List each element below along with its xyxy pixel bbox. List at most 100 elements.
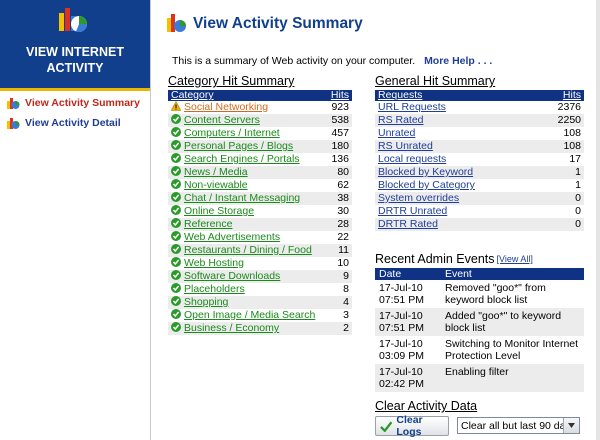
request-link[interactable]: Blocked by Keyword xyxy=(378,166,473,178)
request-link[interactable]: System overrides xyxy=(378,192,459,204)
category-link[interactable]: Personal Pages / Blogs xyxy=(184,140,293,152)
request-link[interactable]: DRTR Unrated xyxy=(378,205,447,217)
category-link[interactable]: Restaurants / Dining / Food xyxy=(184,244,312,256)
category-link[interactable]: Social Networking xyxy=(184,101,268,113)
hits-cell: 180 xyxy=(326,140,352,153)
view-all-link[interactable]: [View All] xyxy=(497,254,533,264)
request-link[interactable]: Unrated xyxy=(378,127,415,139)
more-help-link[interactable]: More Help . . . xyxy=(424,55,492,67)
table-row: 17-Jul-10 02:42 PM Enabling filter xyxy=(375,364,584,392)
admin-events-title: Recent Admin Events xyxy=(375,252,495,266)
category-cell: News / Media xyxy=(168,166,327,179)
check-circle-icon xyxy=(171,114,181,124)
request-cell: RS Rated xyxy=(375,114,538,127)
request-link[interactable]: DRTR Rated xyxy=(378,218,438,230)
column-header-hits[interactable]: Hits xyxy=(326,90,352,101)
request-cell: Blocked by Category xyxy=(375,179,538,192)
scrollbar[interactable] xyxy=(596,0,600,440)
category-cell: Content Servers xyxy=(168,114,327,127)
request-cell: System overrides xyxy=(375,192,538,205)
table-row: Local requests 17 xyxy=(375,153,584,166)
hits-cell: 0 xyxy=(537,218,584,231)
event-date-cell: 17-Jul-10 02:42 PM xyxy=(375,364,441,392)
hits-cell: 136 xyxy=(331,153,349,165)
table-row: Chat / Instant Messaging 38 xyxy=(168,192,352,205)
table-row: Placeholders 8 xyxy=(168,283,352,296)
request-cell: Blocked by Keyword xyxy=(375,166,538,179)
table-row: Personal Pages / Blogs 180 xyxy=(168,140,352,153)
hits-cell: 11 xyxy=(326,244,352,257)
hits-cell: 108 xyxy=(563,127,581,139)
category-link[interactable]: Business / Economy xyxy=(184,322,279,334)
hits-cell: 38 xyxy=(326,192,352,205)
category-cell: Non-viewable xyxy=(168,179,327,192)
event-date-cell: 17-Jul-10 07:51 PM xyxy=(379,282,424,306)
hits-cell: 2 xyxy=(326,322,352,335)
column-header-requests[interactable]: Requests xyxy=(375,90,538,101)
clear-logs-label: Clear Logs xyxy=(396,414,423,438)
category-cell: Shopping xyxy=(168,296,327,309)
category-cell: Computers / Internet xyxy=(168,127,327,140)
table-row: Content Servers 538 xyxy=(168,114,352,127)
sidebar-item-view-activity-detail[interactable]: View Activity Detail xyxy=(6,115,121,131)
check-circle-icon xyxy=(171,153,181,163)
request-link[interactable]: RS Rated xyxy=(378,114,424,126)
category-link[interactable]: Content Servers xyxy=(184,114,260,126)
table-row: Shopping 4 xyxy=(168,296,352,309)
category-link[interactable]: Software Downloads xyxy=(184,270,280,282)
chevron-down-icon[interactable] xyxy=(563,418,579,433)
pie-chart-icon xyxy=(7,98,20,109)
warning-icon xyxy=(171,101,181,111)
clear-logs-button[interactable]: Clear Logs xyxy=(375,414,449,438)
category-link[interactable]: Computers / Internet xyxy=(184,127,280,139)
column-header-category[interactable]: Category xyxy=(168,90,327,101)
check-circle-icon xyxy=(171,205,181,215)
column-header-hits[interactable]: Hits xyxy=(537,90,584,101)
category-cell: Search Engines / Portals xyxy=(168,153,327,166)
sidebar-header: VIEW INTERNET ACTIVITY xyxy=(0,0,150,91)
hits-cell: 10 xyxy=(337,257,349,269)
check-circle-icon xyxy=(171,127,181,137)
category-hit-table: Category Hits Social Networking 923 Conten… xyxy=(168,90,352,335)
event-text-cell: Enabling filter xyxy=(441,364,584,392)
request-link[interactable]: URL Requests xyxy=(378,101,446,113)
category-link[interactable]: Open Image / Media Search xyxy=(184,309,315,321)
request-cell: RS Unrated xyxy=(375,140,538,153)
category-link[interactable]: News / Media xyxy=(184,166,248,178)
category-cell: Web Advertisements xyxy=(168,231,327,244)
sidebar: VIEW INTERNET ACTIVITY View Activity Sum… xyxy=(0,0,151,440)
event-text-cell: Removed "goo*" from keyword block list xyxy=(445,282,546,306)
table-row: Search Engines / Portals 136 xyxy=(168,153,352,166)
category-cell: Reference xyxy=(168,218,327,231)
table-row: 17-Jul-10 03:09 PM Switching to Monitor I… xyxy=(375,336,584,364)
hits-cell: 2376 xyxy=(557,101,581,113)
page-title: View Activity Summary xyxy=(193,15,363,32)
category-cell: Open Image / Media Search xyxy=(168,309,327,322)
table-row: News / Media 80 xyxy=(168,166,352,179)
category-summary-title: Category Hit Summary xyxy=(168,74,295,88)
category-link[interactable]: Chat / Instant Messaging xyxy=(184,192,300,204)
category-link[interactable]: Web Hosting xyxy=(184,257,244,269)
category-cell: Placeholders xyxy=(168,283,327,296)
category-link[interactable]: Placeholders xyxy=(184,283,245,295)
category-link[interactable]: Non-viewable xyxy=(184,179,248,191)
general-summary-title: General Hit Summary xyxy=(375,74,496,88)
request-link[interactable]: RS Unrated xyxy=(378,140,433,152)
category-cell: Chat / Instant Messaging xyxy=(168,192,327,205)
request-link[interactable]: Local requests xyxy=(378,153,446,165)
category-link[interactable]: Reference xyxy=(184,218,232,230)
category-link[interactable]: Web Advertisements xyxy=(184,231,280,243)
category-link[interactable]: Online Storage xyxy=(184,205,254,217)
category-link[interactable]: Search Engines / Portals xyxy=(184,153,300,165)
request-cell: URL Requests xyxy=(375,101,538,114)
category-link[interactable]: Shopping xyxy=(184,296,228,308)
sidebar-item-view-activity-summary[interactable]: View Activity Summary xyxy=(6,95,140,111)
hits-cell: 457 xyxy=(331,127,349,139)
request-link[interactable]: Blocked by Category xyxy=(378,179,475,191)
hits-cell: 17 xyxy=(569,153,581,165)
clear-range-select[interactable]: Clear all but last 90 days xyxy=(457,417,580,434)
event-date-cell: 17-Jul-10 07:51 PM xyxy=(375,308,441,336)
sidebar-item-label: View Activity Detail xyxy=(25,117,121,129)
table-row: Web Hosting 10 xyxy=(168,257,352,270)
column-header-date: Date xyxy=(375,268,441,280)
